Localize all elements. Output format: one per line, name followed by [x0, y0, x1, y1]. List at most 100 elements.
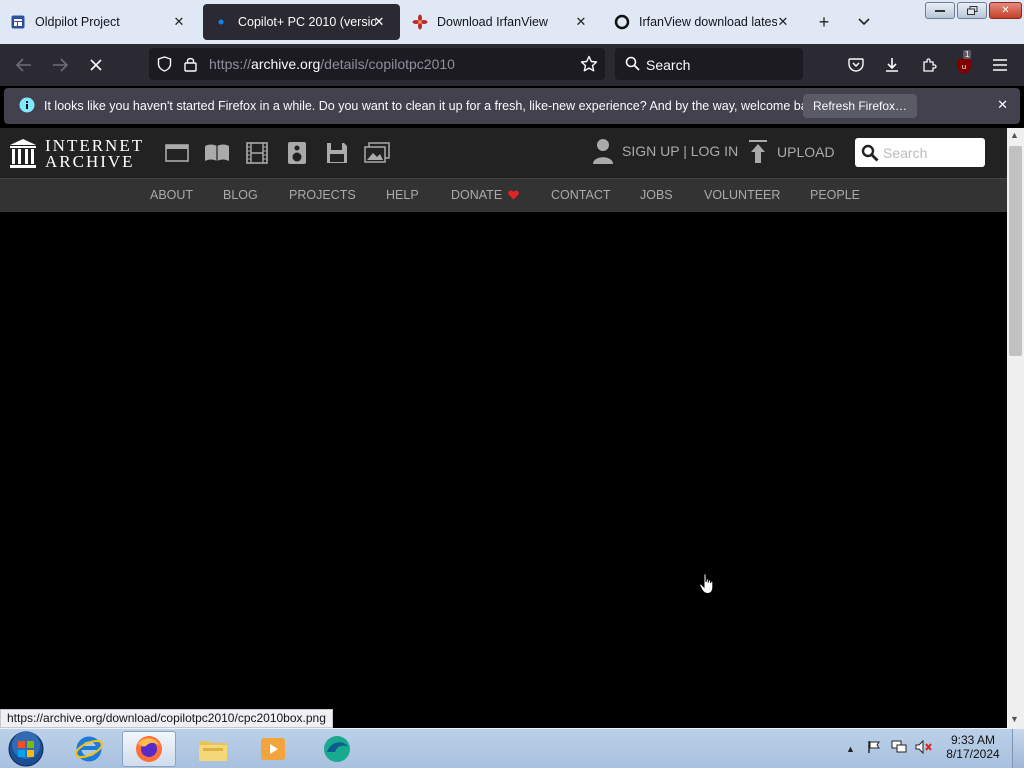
volume-muted-icon[interactable]	[915, 739, 933, 759]
bookmark-star-icon[interactable]	[580, 55, 598, 78]
nav-donate[interactable]: DONATE	[451, 188, 519, 202]
tab-download-irfanview[interactable]: Download IrfanView ✕	[402, 4, 602, 40]
show-hidden-icons-arrow-icon[interactable]: ▲	[846, 744, 855, 754]
web-archive-icon[interactable]	[164, 141, 190, 165]
tab-title: IrfanView download latest	[639, 15, 777, 29]
signup-login-label: SIGN UP | LOG IN	[622, 143, 739, 159]
taskbar-app-icon[interactable]	[310, 731, 364, 767]
page-content: INTERNET ARCHIVE SIGN UP | LOG IN UPLOAD…	[0, 128, 1007, 710]
irfanview-favicon-icon	[412, 14, 428, 30]
clock-time: 9:33 AM	[950, 733, 996, 747]
minimize-button[interactable]	[925, 2, 955, 19]
search-icon	[625, 56, 640, 76]
upload-arrow-icon	[749, 140, 767, 163]
signup-login-link[interactable]: SIGN UP | LOG IN	[592, 138, 738, 164]
url-path: /details/copilotpc2010	[320, 56, 455, 72]
tab-title: Download IrfanView	[437, 15, 548, 29]
ia-logo[interactable]: INTERNET ARCHIVE	[9, 137, 144, 171]
url-bar[interactable]: https://archive.org/details/copilotpc201…	[149, 48, 605, 80]
taskbar-internet-explorer-icon[interactable]	[62, 731, 116, 767]
lock-icon[interactable]	[184, 56, 197, 77]
pocket-icon[interactable]	[844, 53, 868, 77]
taskbar-file-explorer-icon[interactable]	[186, 731, 240, 767]
app-menu-hamburger-icon[interactable]	[988, 53, 1012, 77]
nav-volunteer[interactable]: VOLUNTEER	[704, 188, 780, 202]
taskbar-media-player-icon[interactable]	[246, 731, 300, 767]
upload-link[interactable]: UPLOAD	[748, 140, 835, 164]
notification-bar: It looks like you haven't started Firefo…	[4, 88, 1020, 124]
scroll-down-arrow-icon[interactable]: ▼	[1010, 714, 1019, 724]
screen: Oldpilot Project ✕ Copilot+ PC 2010 (ver…	[0, 0, 1024, 768]
site-favicon-icon	[614, 14, 630, 30]
url-domain: archive.org	[251, 56, 321, 72]
scroll-up-arrow-icon[interactable]: ▲	[1010, 130, 1019, 140]
audio-speaker-icon[interactable]	[284, 141, 310, 165]
page-scrollbar[interactable]: ▲ ▼	[1007, 128, 1024, 728]
windows-taskbar: ▲ 9:33 AM 8/17/2024	[0, 728, 1024, 768]
video-film-icon[interactable]	[244, 141, 270, 165]
images-icon[interactable]	[364, 141, 390, 165]
ia-logo-text: INTERNET ARCHIVE	[45, 137, 144, 171]
upload-label: UPLOAD	[777, 144, 835, 160]
refresh-firefox-button[interactable]: Refresh Firefox…	[803, 94, 917, 118]
ublock-origin-icon[interactable]: u 1	[952, 50, 976, 77]
start-orb-button[interactable]	[6, 730, 46, 768]
stop-loading-icon[interactable]	[84, 53, 108, 77]
back-arrow-icon[interactable]	[12, 53, 36, 77]
notification-message: It looks like you haven't started Firefo…	[44, 99, 824, 113]
scrollbar-thumb[interactable]	[1009, 146, 1022, 356]
nav-blog[interactable]: BLOG	[223, 188, 258, 202]
search-bar[interactable]: Search	[615, 48, 803, 80]
tracking-protection-shield-icon[interactable]	[157, 56, 172, 77]
restore-button[interactable]	[957, 2, 987, 19]
show-desktop-button[interactable]	[1012, 729, 1024, 768]
url-prefix: https://	[209, 56, 252, 72]
notification-close-icon[interactable]: ✕	[997, 97, 1008, 113]
software-floppy-icon[interactable]	[324, 141, 350, 165]
system-tray: ▲	[842, 729, 933, 768]
tab-strip: Oldpilot Project ✕ Copilot+ PC 2010 (ver…	[0, 0, 1024, 44]
tab-close-icon[interactable]: ✕	[170, 13, 188, 31]
ia-search-input[interactable]: Search	[855, 138, 985, 167]
nav-people[interactable]: PEOPLE	[810, 188, 860, 202]
logo-line-2: ARCHIVE	[45, 152, 135, 171]
svg-text:u: u	[962, 63, 966, 71]
taskbar-firefox-icon[interactable]	[122, 731, 176, 767]
system-clock[interactable]: 9:33 AM 8/17/2024	[940, 733, 1006, 761]
new-tab-button[interactable]: +	[812, 10, 836, 34]
tab-close-icon[interactable]: ✕	[572, 13, 590, 31]
info-icon	[19, 97, 35, 118]
nav-jobs[interactable]: JOBS	[640, 188, 673, 202]
forward-arrow-icon[interactable]	[48, 53, 72, 77]
extensions-puzzle-icon[interactable]	[917, 53, 941, 77]
heart-icon	[508, 190, 519, 200]
close-window-button[interactable]: ✕	[989, 2, 1022, 19]
downloads-icon[interactable]	[880, 53, 904, 77]
search-icon	[861, 144, 879, 167]
nav-help[interactable]: HELP	[386, 188, 419, 202]
nav-about[interactable]: ABOUT	[150, 188, 193, 202]
tab-irfanview-download-latest[interactable]: IrfanView download latest ✕	[604, 4, 804, 40]
url-text: https://archive.org/details/copilotpc201…	[209, 56, 455, 72]
tab-oldpilot-project[interactable]: Oldpilot Project ✕	[0, 4, 200, 40]
tab-close-icon[interactable]: ✕	[774, 13, 792, 31]
hand-cursor-icon	[699, 573, 715, 600]
ia-search-placeholder: Search	[883, 145, 928, 161]
user-icon	[593, 139, 613, 164]
archive-building-icon	[10, 139, 36, 168]
ia-top-nav: ABOUT BLOG PROJECTS HELP DONATE CONTACT …	[0, 178, 1007, 212]
ia-header: INTERNET ARCHIVE SIGN UP | LOG IN UPLOAD…	[0, 128, 1007, 178]
search-bar-label: Search	[646, 57, 691, 73]
tab-copilot-pc-2010[interactable]: Copilot+ PC 2010 (version ✕	[203, 4, 400, 40]
tab-title: Copilot+ PC 2010 (version	[238, 15, 376, 29]
tab-list-chevron-icon[interactable]	[852, 10, 876, 34]
window-controls: ✕	[925, 2, 1022, 19]
network-icon[interactable]	[891, 740, 907, 759]
tab-title: Oldpilot Project	[35, 15, 120, 29]
tab-close-icon[interactable]: ✕	[370, 13, 388, 31]
action-center-flag-icon[interactable]	[867, 740, 881, 759]
nav-projects[interactable]: PROJECTS	[289, 188, 356, 202]
books-icon[interactable]	[204, 141, 230, 165]
nav-contact[interactable]: CONTACT	[551, 188, 611, 202]
extension-badge: 1	[963, 50, 972, 59]
